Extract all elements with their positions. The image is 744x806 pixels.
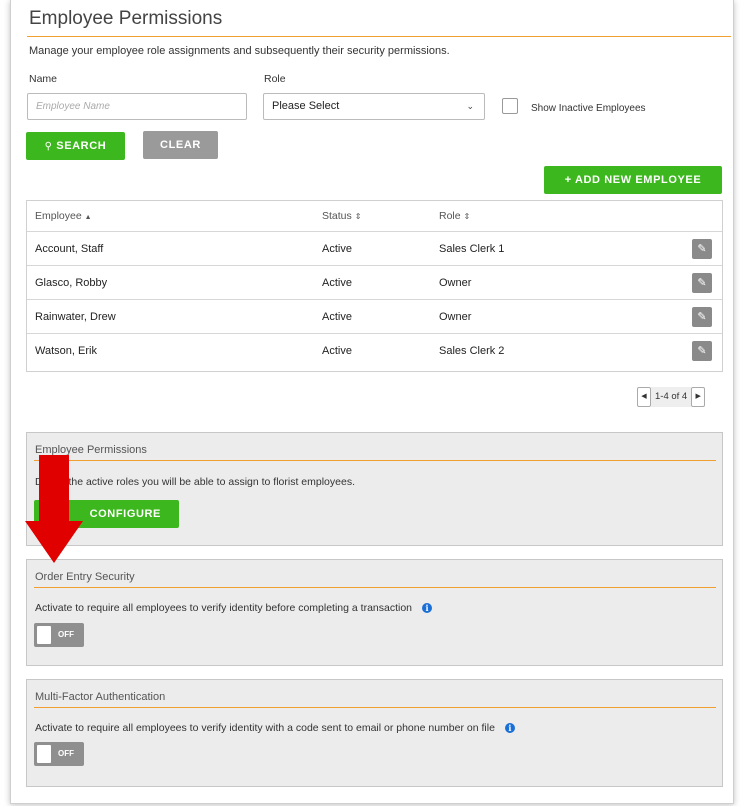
role-cell: Owner [439, 277, 472, 289]
employee-cell: Rainwater, Drew [35, 311, 116, 323]
status-cell: Active [322, 243, 352, 255]
show-inactive-label: Show Inactive Employees [531, 103, 646, 114]
pagination: ◀ 1-4 of 4 ▶ [637, 387, 706, 407]
red-arrow-annotation [25, 455, 83, 563]
table-row[interactable]: Account, Staff Active Sales Clerk 1 ✎ [27, 231, 722, 265]
panel-divider [34, 707, 716, 708]
employee-table: Employee ▲ Status ⇕ Role ⇕ Account, Staf… [26, 200, 723, 372]
toggle-state: OFF [58, 749, 74, 758]
panel-description: D the active roles you will be able to a… [35, 476, 355, 488]
panel-title: Multi-Factor Authentication [35, 691, 166, 703]
table-row[interactable]: Rainwater, Drew Active Owner ✎ [27, 299, 722, 333]
toggle-state: OFF [58, 630, 74, 639]
chevron-down-icon: ⌄ [466, 101, 474, 111]
column-header-status-label: Status [322, 210, 352, 222]
order-entry-security-panel: Order Entry Security Activate to require… [26, 559, 723, 666]
edit-pencil-icon[interactable]: ✎ [692, 307, 712, 327]
sort-icon: ⇕ [463, 212, 471, 221]
panel-description: Activate to require all employees to ver… [35, 722, 515, 734]
name-label: Name [29, 73, 58, 85]
column-header-employee-label: Employee [35, 210, 82, 222]
status-cell: Active [322, 345, 352, 357]
role-label: Role [264, 73, 286, 85]
employee-cell: Account, Staff [35, 243, 104, 255]
mfa-toggle[interactable]: OFF [34, 742, 84, 766]
role-select[interactable]: Please Select ⌄ [263, 93, 485, 120]
sort-icon: ⇕ [354, 212, 362, 221]
panel-description-text: the active roles you will be able to ass… [68, 476, 355, 488]
employee-cell: Watson, Erik [35, 345, 97, 357]
role-cell: Sales Clerk 2 [439, 345, 505, 357]
employee-cell: Glasco, Robby [35, 277, 108, 289]
sort-asc-icon: ▲ [84, 214, 92, 221]
table-header-row: Employee ▲ Status ⇕ Role ⇕ [27, 201, 722, 231]
panel-title: Order Entry Security [35, 571, 135, 583]
red-arrow-shape [25, 455, 83, 563]
role-cell: Sales Clerk 1 [439, 243, 505, 255]
panel-divider [34, 587, 716, 588]
search-icon: ⚲ [44, 141, 53, 152]
panel-description: Activate to require all employees to ver… [35, 602, 433, 614]
pagination-text: 1-4 of 4 [651, 387, 692, 407]
order-entry-security-toggle[interactable]: OFF [34, 623, 84, 647]
employee-name-input[interactable]: Employee Name [27, 93, 247, 120]
search-button-label: SEARCH [56, 140, 107, 152]
clear-button[interactable]: CLEAR [143, 131, 218, 159]
page-frame: Employee Permissions Manage your employe… [10, 0, 734, 804]
edit-pencil-icon[interactable]: ✎ [692, 239, 712, 259]
title-divider [27, 36, 731, 37]
column-header-status[interactable]: Status ⇕ [322, 210, 361, 222]
show-inactive-checkbox[interactable] [502, 98, 518, 114]
page-title: Employee Permissions [29, 8, 223, 29]
status-cell: Active [322, 277, 352, 289]
table-row[interactable]: Watson, Erik Active Sales Clerk 2 ✎ [27, 333, 722, 371]
edit-pencil-icon[interactable]: ✎ [692, 341, 712, 361]
edit-pencil-icon[interactable]: ✎ [692, 273, 712, 293]
table-row[interactable]: Glasco, Robby Active Owner ✎ [27, 265, 722, 299]
prev-page-button[interactable]: ◀ [637, 387, 651, 407]
next-page-button[interactable]: ▶ [691, 387, 706, 407]
info-icon[interactable]: i [422, 603, 433, 613]
column-header-role-label: Role [439, 210, 461, 222]
role-cell: Owner [439, 311, 472, 323]
info-icon[interactable]: i [504, 723, 515, 733]
column-header-employee[interactable]: Employee ▲ [35, 210, 92, 222]
status-cell: Active [322, 311, 352, 323]
panel-divider [34, 460, 716, 461]
toggle-knob [37, 745, 51, 763]
panel-description-text: Activate to require all employees to ver… [35, 602, 413, 614]
add-new-employee-button[interactable]: + ADD NEW EMPLOYEE [544, 166, 722, 194]
role-select-value: Please Select [272, 100, 340, 112]
column-header-role[interactable]: Role ⇕ [439, 210, 470, 222]
search-button[interactable]: ⚲ SEARCH [26, 132, 125, 160]
toggle-knob [37, 626, 51, 644]
panel-description-text: Activate to require all employees to ver… [35, 722, 495, 734]
page-subtitle: Manage your employee role assignments an… [29, 45, 450, 57]
multi-factor-authentication-panel: Multi-Factor Authentication Activate to … [26, 679, 723, 787]
employee-permissions-panel: Employee Permissions D the active roles … [26, 432, 723, 546]
